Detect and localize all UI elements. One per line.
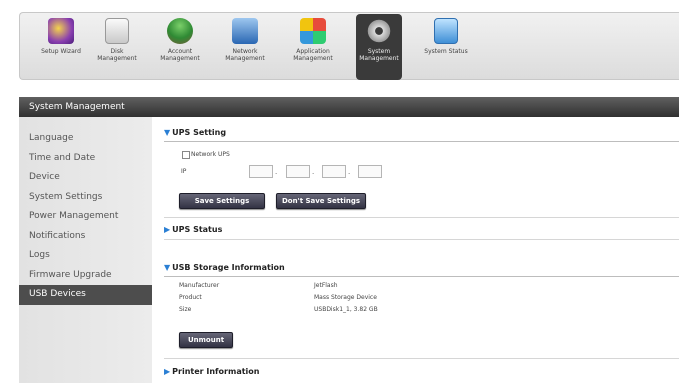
page-title-bar: System Management — [19, 97, 679, 117]
toolbar-label: Account Management — [160, 48, 200, 62]
wizard-icon — [48, 18, 74, 44]
sidebar-item-notifications[interactable]: Notifications — [19, 227, 152, 247]
expand-right-arrow-icon: ▶ — [164, 367, 171, 376]
network-ups-checkbox[interactable] — [182, 151, 190, 159]
system-icon — [366, 18, 392, 44]
toolbar-label: Setup Wizard — [41, 48, 81, 55]
ip-dot: . — [312, 168, 315, 176]
toolbar-network-management[interactable]: Network Management — [222, 18, 268, 76]
toolbar-label: Network Management — [225, 48, 265, 62]
ups-status-heading: UPS Status — [172, 225, 223, 234]
printer-info-heading: Printer Information — [172, 367, 260, 376]
sidebar-item-power-management[interactable]: Power Management — [19, 207, 152, 227]
product-label: Product — [179, 294, 202, 301]
sidebar-item-system-settings[interactable]: System Settings — [19, 188, 152, 208]
ups-status-header[interactable]: ▶ UPS Status — [164, 225, 222, 234]
sidebar: Language Time and Date Device System Set… — [19, 117, 152, 383]
toolbar-system-status[interactable]: System Status — [424, 18, 468, 76]
toolbar-application-management[interactable]: Application Management — [288, 18, 338, 76]
dont-save-settings-button[interactable]: Don't Save Settings — [276, 193, 366, 209]
expand-right-arrow-icon: ▶ — [164, 225, 171, 234]
toolbar-account-management[interactable]: Account Management — [158, 18, 202, 76]
size-label: Size — [179, 306, 192, 313]
status-icon — [434, 18, 458, 44]
manufacturer-value: JetFlash — [314, 282, 338, 289]
sidebar-item-logs[interactable]: Logs — [19, 246, 152, 266]
ip-dot: . — [348, 168, 351, 176]
divider — [164, 217, 679, 218]
toolbar-label: Disk Management — [97, 48, 137, 62]
sidebar-item-device[interactable]: Device — [19, 168, 152, 188]
sidebar-item-time-and-date[interactable]: Time and Date — [19, 149, 152, 169]
ip-octet-2-input[interactable] — [286, 165, 310, 178]
network-ups-label: Network UPS — [191, 151, 230, 158]
unmount-button[interactable]: Unmount — [179, 332, 233, 348]
manufacturer-label: Manufacturer — [179, 282, 220, 289]
ip-dot: . — [275, 168, 278, 176]
expand-down-arrow-icon: ▼ — [164, 263, 171, 272]
product-value: Mass Storage Device — [314, 294, 377, 301]
application-icon — [300, 18, 326, 44]
toolbar-disk-management[interactable]: Disk Management — [94, 18, 140, 76]
divider — [164, 276, 679, 277]
top-toolbar: Setup Wizard Disk Management Account Man… — [0, 0, 679, 86]
usb-storage-header[interactable]: ▼ USB Storage Information — [164, 263, 285, 272]
account-icon — [167, 18, 193, 44]
disk-icon — [105, 18, 129, 44]
ip-octet-4-input[interactable] — [358, 165, 382, 178]
sidebar-item-usb-devices[interactable]: USB Devices — [19, 285, 152, 305]
sidebar-item-language[interactable]: Language — [19, 129, 152, 149]
ip-octet-3-input[interactable] — [322, 165, 346, 178]
ip-octet-1-input[interactable] — [249, 165, 273, 178]
toolbar-setup-wizard[interactable]: Setup Wizard — [39, 18, 83, 76]
divider — [164, 358, 679, 359]
ups-setting-heading: UPS Setting — [172, 128, 227, 137]
usb-storage-heading: USB Storage Information — [172, 263, 285, 272]
main-panel: ▼ UPS Setting Network UPS IP . . . Save S… — [152, 117, 679, 383]
network-icon — [232, 18, 258, 44]
toolbar-label: System Status — [424, 48, 468, 55]
toolbar-label: Application Management — [293, 48, 333, 62]
divider — [164, 239, 679, 240]
toolbar-label: System Management — [359, 48, 399, 62]
page-title: System Management — [29, 102, 125, 112]
save-settings-button[interactable]: Save Settings — [179, 193, 265, 209]
expand-down-arrow-icon: ▼ — [164, 128, 171, 137]
size-value: USBDisk1_1, 3.82 GB — [314, 306, 378, 313]
printer-info-header[interactable]: ▶ Printer Information — [164, 367, 259, 376]
ip-label: IP — [181, 168, 187, 175]
ups-setting-header[interactable]: ▼ UPS Setting — [164, 128, 226, 137]
sidebar-item-firmware-upgrade[interactable]: Firmware Upgrade — [19, 266, 152, 286]
toolbar-system-management[interactable]: System Management — [356, 14, 402, 80]
divider — [164, 141, 679, 142]
